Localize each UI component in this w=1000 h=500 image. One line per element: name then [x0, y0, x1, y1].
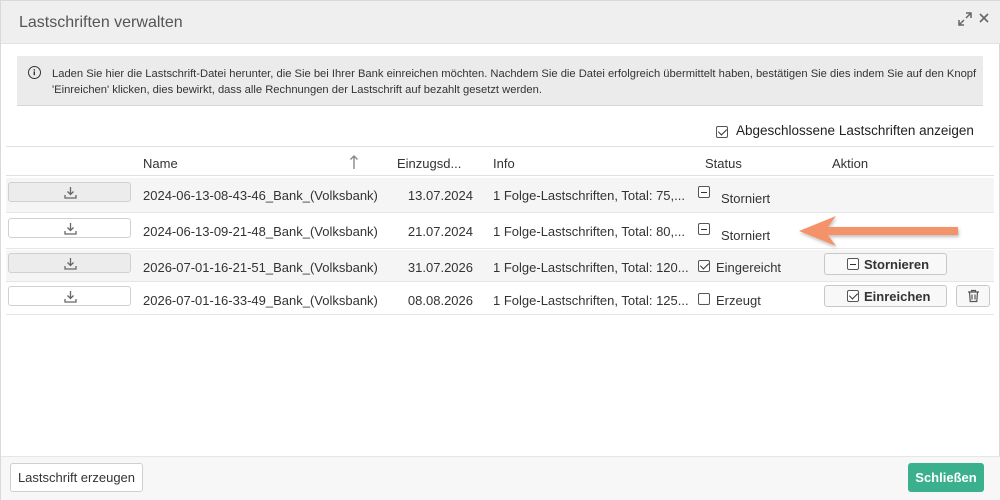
- row-date: 08.08.2026: [407, 293, 473, 308]
- sort-ascending-arrow-icon[interactable]: [349, 154, 359, 170]
- info-text: Laden Sie hier die Lastschrift-Datei her…: [52, 68, 977, 96]
- table-row: 2026-07-01-16-33-49_Bank_(Volksbank) 08.…: [6, 283, 994, 315]
- delete-button[interactable]: [956, 285, 990, 307]
- create-debit-button[interactable]: Lastschrift erzeugen: [10, 463, 143, 492]
- download-button[interactable]: [8, 253, 131, 273]
- download-button[interactable]: [8, 286, 131, 306]
- show-completed-toggle[interactable]: Abgeschlossene Lastschriften anzeigen: [716, 123, 974, 141]
- table-header: Name Einzugsd... Info Status Aktion: [6, 146, 994, 176]
- download-icon: [64, 223, 77, 235]
- dialog-footer: Lastschrift erzeugen Schließen: [1, 456, 1000, 500]
- empty-box-icon: [698, 293, 710, 305]
- info-icon: [28, 66, 41, 79]
- checked-box-icon: [847, 290, 859, 302]
- minus-box-icon: [847, 258, 859, 270]
- table-row: 2024-06-13-08-43-46_Bank_(Volksbank) 13.…: [6, 178, 994, 213]
- row-status: Erzeugt: [716, 293, 761, 308]
- close-icon[interactable]: [978, 12, 990, 28]
- show-completed-label: Abgeschlossene Lastschriften anzeigen: [736, 123, 974, 138]
- row-info: 1 Folge-Lastschriften, Total: 80,...: [493, 224, 685, 239]
- row-status: Storniert: [721, 191, 771, 206]
- submit-debit-button[interactable]: Einreichen: [824, 285, 947, 307]
- column-header-status[interactable]: Status: [705, 156, 742, 171]
- cancel-debit-label: Stornieren: [864, 257, 930, 272]
- download-button[interactable]: [8, 218, 131, 238]
- minus-box-icon: [698, 223, 710, 235]
- column-header-info[interactable]: Info: [493, 156, 515, 171]
- show-completed-checkbox[interactable]: [716, 125, 728, 138]
- download-icon: [64, 291, 77, 303]
- trash-icon: [968, 289, 979, 303]
- row-info: 1 Folge-Lastschriften, Total: 120...: [493, 260, 689, 275]
- close-button[interactable]: Schließen: [908, 463, 984, 492]
- row-name: 2024-06-13-08-43-46_Bank_(Volksbank): [143, 188, 378, 203]
- column-header-action: Aktion: [832, 156, 869, 171]
- row-date: 31.07.2026: [407, 260, 473, 275]
- manage-direct-debits-dialog: Lastschriften verwalten Laden Sie hier d…: [0, 0, 1000, 500]
- download-icon: [64, 187, 77, 199]
- annotation-arrow: [799, 216, 958, 246]
- checked-box-icon: [698, 260, 710, 272]
- dialog-header: Lastschriften verwalten: [1, 1, 1000, 44]
- download-button[interactable]: [8, 182, 131, 202]
- info-box: Laden Sie hier die Lastschrift-Datei her…: [17, 56, 983, 106]
- row-status: Eingereicht: [716, 260, 782, 275]
- minus-box-icon: [698, 186, 710, 198]
- row-name: 2026-07-01-16-21-51_Bank_(Volksbank): [143, 260, 378, 275]
- row-date: 13.07.2024: [407, 188, 473, 203]
- cancel-debit-button[interactable]: Stornieren: [824, 253, 947, 275]
- column-header-name[interactable]: Name: [143, 156, 178, 171]
- download-icon: [64, 258, 77, 270]
- row-name: 2024-06-13-09-21-48_Bank_(Volksbank): [143, 224, 378, 239]
- row-status: Storniert: [721, 228, 771, 243]
- table-row: 2026-07-01-16-21-51_Bank_(Volksbank) 31.…: [6, 250, 994, 282]
- row-info: 1 Folge-Lastschriften, Total: 125...: [493, 293, 689, 308]
- column-header-date[interactable]: Einzugsd...: [397, 156, 461, 171]
- submit-debit-label: Einreichen: [864, 289, 931, 304]
- dialog-title: Lastschriften verwalten: [19, 14, 183, 31]
- row-info: 1 Folge-Lastschriften, Total: 75,...: [493, 188, 685, 203]
- expand-icon[interactable]: [958, 12, 972, 29]
- row-name: 2026-07-01-16-33-49_Bank_(Volksbank): [143, 293, 378, 308]
- row-date: 21.07.2024: [407, 224, 473, 239]
